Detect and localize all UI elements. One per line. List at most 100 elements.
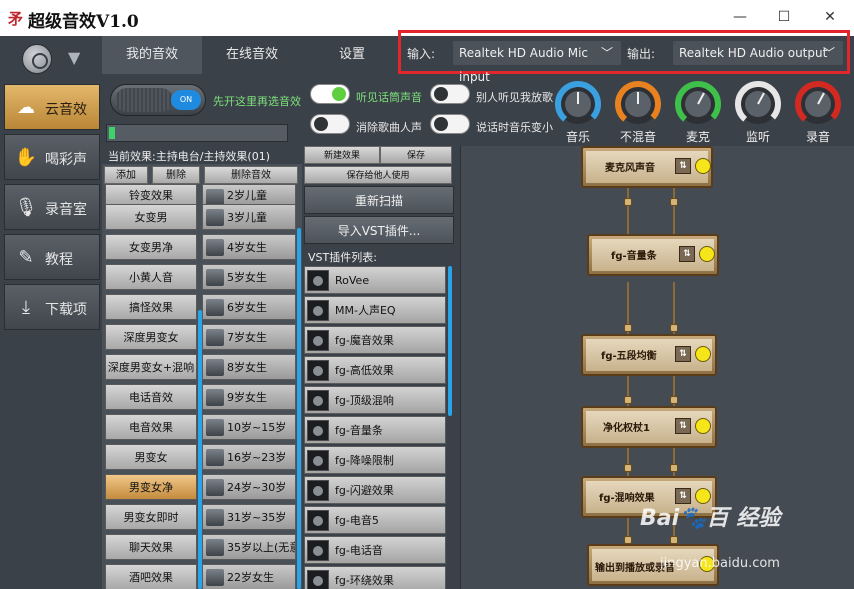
hear-mic-switch[interactable] [310,84,350,104]
age-preset-item[interactable]: 22岁女生 [202,564,296,589]
duck-music-switch[interactable] [430,114,470,134]
add-button[interactable]: 添加 [104,166,148,184]
mic-volume-knob[interactable]: 麦克 [674,80,722,144]
new-effect-button[interactable]: 新建效果 [304,146,380,164]
category-item[interactable]: 女变男 [105,204,197,230]
vst-plugin-item[interactable]: fg-魔音效果 [304,326,446,354]
rescan-button[interactable]: 重新扫描 [304,186,454,214]
chain-node-eq[interactable]: fg-五段均衡 ⇅ [581,334,717,376]
category-scrollbar[interactable] [198,310,202,589]
vst-scrollbar[interactable] [448,266,452,416]
remove-vocals-switch[interactable] [310,114,350,134]
output-device-value: Realtek HD Audio output [679,46,828,60]
vst-plugin-item[interactable]: fg-环绕效果 [304,566,446,589]
age-preset-item[interactable]: 31岁~35岁 [202,504,296,530]
import-vst-button[interactable]: 导入VST插件... [304,216,454,244]
category-item[interactable]: 深度男变女+混响 [105,354,197,380]
chain-node-mic[interactable]: 麦克风声音 ⇅ [581,146,713,188]
age-preset-item[interactable]: 4岁女生 [202,234,296,260]
node-status-indicator[interactable] [699,246,715,262]
category-item[interactable]: 聊天效果 [105,534,197,560]
node-settings-icon[interactable]: ⇅ [679,246,695,262]
lock-icon [624,198,632,206]
vst-plugin-item[interactable]: RoVee [304,266,446,294]
save-button[interactable]: 保存 [380,146,452,164]
close-button[interactable]: ✕ [816,6,844,28]
chain-wire [673,376,675,410]
music-volume-knob[interactable]: 音乐 [554,80,602,144]
vst-plugin-item[interactable]: fg-顶级混响 [304,386,446,414]
input-label: 输入: [407,47,436,61]
vst-plugin-item[interactable]: fg-闪避效果 [304,476,446,504]
age-preset-item[interactable]: 35岁以上(无意义) [202,534,296,560]
node-settings-icon[interactable]: ⇅ [675,346,691,362]
category-item[interactable]: 铃变效果 [105,184,197,206]
tutorial-icon: ✎ [18,247,34,268]
category-item[interactable]: 小黄人音 [105,264,197,290]
monitor-volume-knob[interactable]: 监听 [734,80,782,144]
category-item[interactable]: 电话音效 [105,384,197,410]
age-preset-item[interactable]: 8岁女生 [202,354,296,380]
age-preset-item[interactable]: 24岁~30岁 [202,474,296,500]
tab-my-effects[interactable]: 我的音效 [102,36,202,74]
sidebar-item-studio[interactable]: 🎙 录音室 [4,184,100,230]
chain-node-purify[interactable]: 净化权杖1 ⇅ [581,406,717,448]
age-preset-item[interactable]: 10岁~15岁 [202,414,296,440]
remove-effect-button[interactable]: 删除音效 [204,166,298,184]
node-status-indicator[interactable] [695,418,711,434]
category-item[interactable]: 男变女即时 [105,504,197,530]
chevron-down-icon: ﹀ [600,46,613,60]
node-settings-icon[interactable]: ⇅ [675,158,691,174]
tab-online-effects[interactable]: 在线音效 [202,36,302,74]
output-device-select[interactable]: Realtek HD Audio output ﹀ [673,41,843,65]
age-preset-item[interactable]: 2岁儿童 [202,184,296,206]
menu-dropdown-icon[interactable]: ▼ [68,48,80,67]
vst-plugin-label: fg-音量条 [335,424,383,437]
toggle-grip [115,88,173,112]
category-item[interactable]: 男变女净 [105,474,197,500]
category-item[interactable]: 电音效果 [105,414,197,440]
power-toggle[interactable]: ON [110,84,206,116]
category-item[interactable]: 酒吧效果 [105,564,197,589]
maximize-button[interactable]: ☐ [770,6,798,28]
node-status-indicator[interactable] [695,346,711,362]
input-device-select[interactable]: Realtek HD Audio Mic input ﹀ [453,41,621,84]
minimize-button[interactable]: — [726,6,754,28]
vst-plugin-item[interactable]: fg-降噪限制 [304,446,446,474]
vst-plugin-item[interactable]: fg-电音5 [304,506,446,534]
sidebar-item-cheers[interactable]: ✋ 喝彩声 [4,134,100,180]
vst-plugin-item[interactable]: fg-电话音 [304,536,446,564]
category-item[interactable]: 深度男变女 [105,324,197,350]
plugin-icon [307,330,329,351]
age-preset-item[interactable]: 16岁~23岁 [202,444,296,470]
others-hear-music-switch[interactable] [430,84,470,104]
brand-logo-icon[interactable] [22,44,52,74]
switch-knob [434,87,448,101]
no-mix-knob[interactable]: 不混音 [614,80,662,144]
node-status-indicator[interactable] [695,158,711,174]
vst-plugin-item[interactable]: fg-高低效果 [304,356,446,384]
node-settings-icon[interactable]: ⇅ [675,418,691,434]
record-volume-knob[interactable]: 录音 [794,80,842,144]
vst-plugin-item[interactable]: fg-音量条 [304,416,446,444]
age-preset-item[interactable]: 9岁女生 [202,384,296,410]
sidebar-item-cloud-effects[interactable]: ☁ 云音效 [4,84,100,130]
save-for-others-button[interactable]: 保存给他人使用 [304,166,452,184]
age-preset-item[interactable]: 3岁儿童 [202,204,296,230]
vst-plugin-item[interactable]: MM-人声EQ [304,296,446,324]
category-item[interactable]: 搞怪效果 [105,294,197,320]
plugin-icon [307,270,329,291]
others-hear-music-label: 别人听见我放歌 [476,91,553,104]
age-scrollbar[interactable] [297,228,301,589]
delete-button[interactable]: 删除 [152,166,200,184]
category-item[interactable]: 女变男净 [105,234,197,260]
age-preset-item[interactable]: 7岁女生 [202,324,296,350]
age-preset-item[interactable]: 5岁女生 [202,264,296,290]
chain-node-volume[interactable]: fg-音量条 ⇅ [587,234,719,276]
age-preset-item[interactable]: 6岁女生 [202,294,296,320]
input-device-value: Realtek HD Audio Mic input [459,46,589,84]
sidebar-item-downloads[interactable]: ⤓ 下载项 [4,284,100,330]
sidebar-item-tutorial[interactable]: ✎ 教程 [4,234,100,280]
tab-settings[interactable]: 设置 [302,36,402,74]
category-item[interactable]: 男变女 [105,444,197,470]
